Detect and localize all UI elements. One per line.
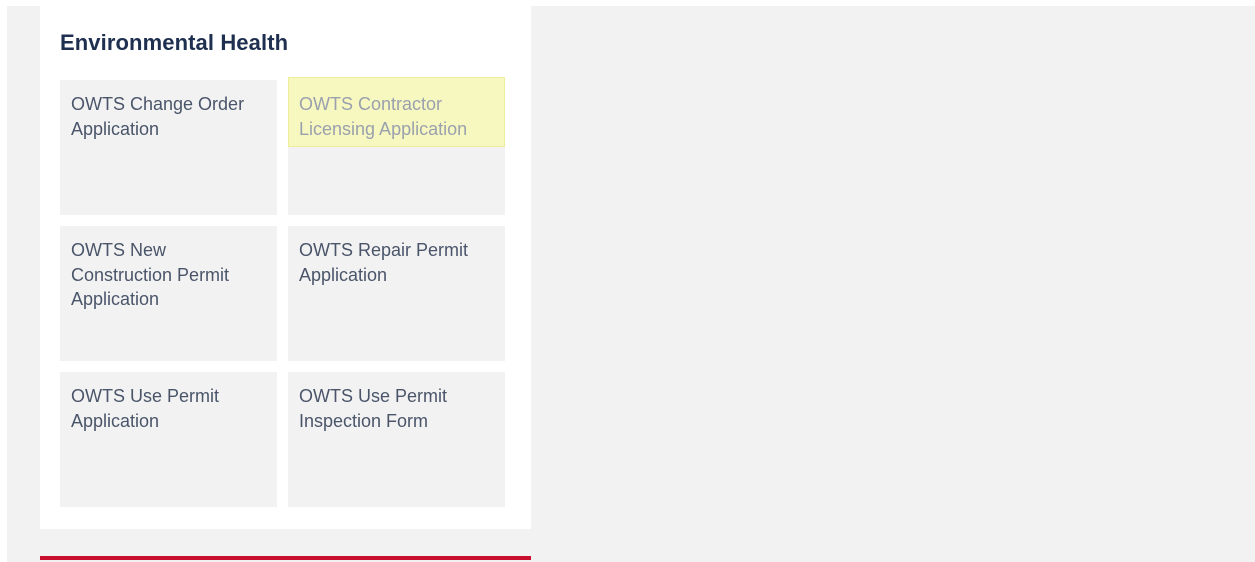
tile-owts-use-permit-inspection-form[interactable]: OWTS Use Permit Inspection Form bbox=[288, 372, 505, 507]
section-title: Environmental Health bbox=[60, 30, 289, 55]
section-divider bbox=[40, 556, 531, 560]
tile-owts-change-order-application[interactable]: OWTS Change Order Application bbox=[60, 80, 277, 215]
tile-label: OWTS Use Permit Inspection Form bbox=[299, 386, 448, 431]
tile-owts-contractor-licensing-application[interactable]: OWTS Contractor Licensing Application bbox=[288, 77, 505, 215]
tile-owts-new-construction-permit-application[interactable]: OWTS New Construction Permit Application bbox=[60, 226, 277, 361]
tile-label: OWTS Repair Permit Application bbox=[299, 240, 469, 285]
tile-owts-repair-permit-application[interactable]: OWTS Repair Permit Application bbox=[288, 226, 505, 361]
tile-label: OWTS Change Order Application bbox=[71, 94, 245, 139]
environmental-health-panel: Environmental Health OWTS Change Order A… bbox=[40, 6, 531, 529]
tile-owts-use-permit-application[interactable]: OWTS Use Permit Application bbox=[60, 372, 277, 507]
tile-label: OWTS Contractor Licensing Application bbox=[299, 94, 468, 139]
tile-label: OWTS Use Permit Application bbox=[71, 386, 220, 431]
tile-label: OWTS New Construction Permit Application bbox=[71, 240, 230, 309]
